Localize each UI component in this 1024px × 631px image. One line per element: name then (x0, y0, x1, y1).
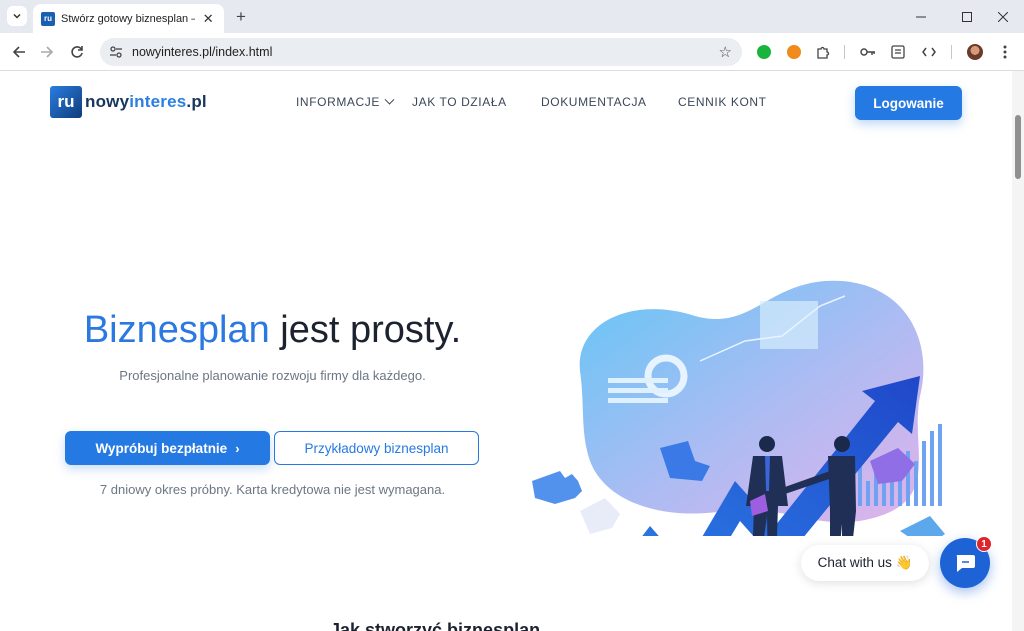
sample-plan-button[interactable]: Przykładowy biznesplan (274, 431, 479, 465)
tab-close-icon[interactable]: ✕ (201, 11, 216, 27)
tab-strip: ru Stwórz gotowy biznesplan – szybko ✕ + (0, 0, 1024, 33)
extension-orange-icon[interactable] (784, 42, 804, 62)
hero-title-highlight: Biznesplan (83, 309, 270, 351)
chat-icon (956, 555, 975, 572)
chevron-down-icon (13, 13, 21, 19)
chevron-down-icon (384, 94, 395, 105)
section-heading: Jak stworzyć biznesplan (330, 620, 541, 631)
site-settings-icon[interactable] (102, 38, 130, 66)
new-tab-icon[interactable]: + (231, 7, 251, 27)
site-favicon-icon: ru (41, 11, 55, 26)
scroll-thumb[interactable] (1015, 115, 1021, 179)
logo-text: nowyinteres.pl (85, 92, 207, 112)
extensions-puzzle-icon[interactable] (813, 42, 833, 62)
tab-title: Stwórz gotowy biznesplan – szybko (61, 12, 195, 25)
tab-search-button[interactable] (7, 6, 27, 26)
reading-list-icon[interactable] (888, 42, 908, 62)
logo-mark-icon: ru (50, 86, 82, 118)
nav-label: DOKUMENTACJA (541, 95, 647, 109)
browser-tab[interactable]: ru Stwórz gotowy biznesplan – szybko ✕ (33, 4, 224, 33)
nav-label: JAK TO DZIAŁA (412, 95, 507, 109)
hero-subtitle: Profesjonalne planowanie rozwoju firmy d… (119, 368, 426, 383)
try-free-button[interactable]: Wypróbuj bezpłatnie › (65, 431, 270, 465)
browser-toolbar: nowyinteres.pl/index.html ☆ (0, 33, 1024, 71)
hero-illustration (532, 280, 945, 536)
password-key-icon[interactable] (858, 42, 878, 62)
trial-note: 7 dniowy okres próbny. Karta kredytowa n… (99, 482, 446, 497)
chat-unread-badge: 1 (976, 536, 992, 552)
nav-label: INFORMACJE (296, 95, 380, 109)
site-logo[interactable]: ru nowyinteres.pl (50, 86, 207, 118)
page-content: ru nowyinteres.pl INFORMACJE JAK TO DZIA… (0, 71, 1012, 631)
chat-greeting-bubble[interactable]: Chat with us 👋 (801, 545, 929, 581)
page-scrollbar[interactable] (1012, 71, 1024, 631)
logo-accent: interes (129, 92, 187, 111)
logo-prefix: nowy (85, 92, 130, 111)
nav-item-informacje[interactable]: INFORMACJE (296, 94, 395, 109)
devtools-code-icon[interactable] (919, 42, 939, 62)
url-text: nowyinteres.pl/index.html (132, 45, 273, 59)
bookmark-star-icon[interactable]: ☆ (719, 43, 732, 61)
browser-menu-icon[interactable] (995, 42, 1015, 62)
reload-icon[interactable] (64, 39, 90, 65)
nav-item-jak-to-dziala[interactable]: JAK TO DZIAŁA (412, 95, 507, 109)
logo-suffix: .pl (186, 92, 207, 111)
forward-icon[interactable] (34, 39, 60, 65)
back-icon[interactable] (6, 39, 32, 65)
login-button[interactable]: Logowanie (855, 86, 962, 120)
close-window-icon[interactable] (980, 0, 1024, 33)
address-bar[interactable]: nowyinteres.pl/index.html ☆ (100, 38, 742, 66)
nav-label: CENNIK KONT (678, 95, 767, 109)
try-free-label: Wypróbuj bezpłatnie (95, 440, 228, 456)
profile-avatar[interactable] (965, 42, 985, 62)
chevron-right-icon: › (235, 440, 240, 456)
nav-item-dokumentacja[interactable]: DOKUMENTACJA (541, 95, 647, 109)
nav-item-cennik-kont[interactable]: CENNIK KONT (678, 95, 767, 109)
hero-title-rest: jest prosty. (269, 309, 462, 351)
extension-green-icon[interactable] (754, 42, 774, 62)
hero-title: Biznesplan jest prosty. (0, 309, 545, 352)
minimize-icon[interactable] (898, 0, 944, 33)
